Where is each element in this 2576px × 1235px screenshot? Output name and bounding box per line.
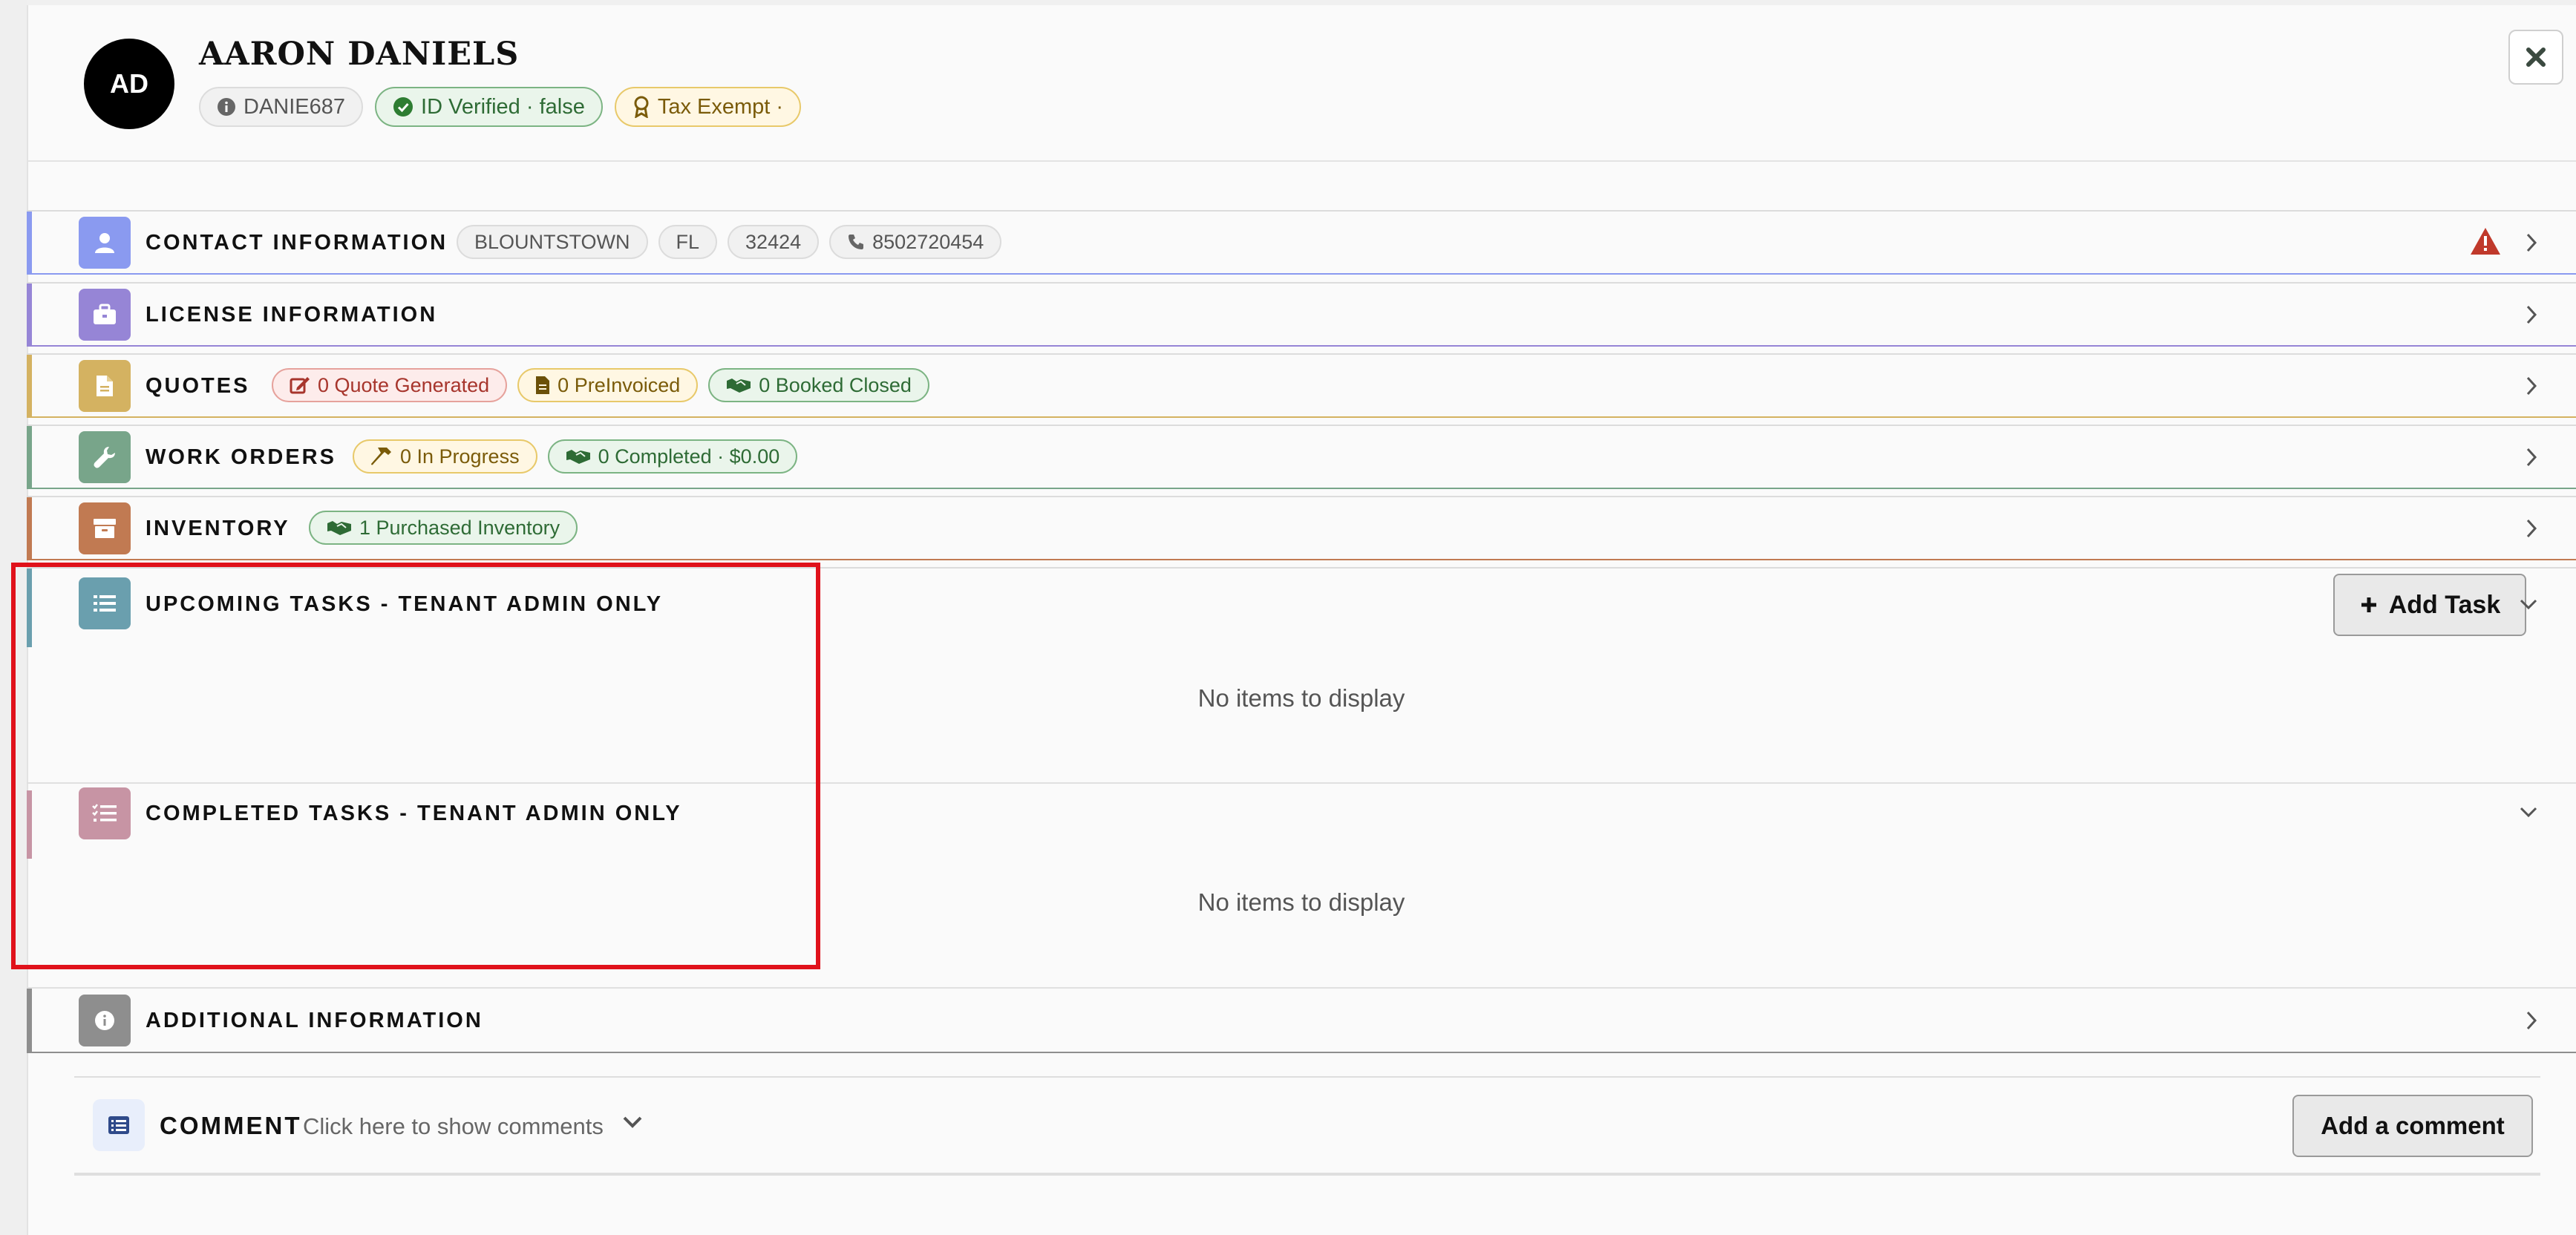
section-title: WORK ORDERS	[146, 445, 336, 469]
chevron-right-icon[interactable]	[2524, 1009, 2539, 1032]
account-id-text: DANIE687	[243, 94, 346, 119]
section-icon	[79, 431, 131, 483]
chevron-right-icon[interactable]	[2524, 446, 2539, 468]
quote-generated-badge: 0 Quote Generated	[272, 368, 508, 402]
file-icon	[536, 376, 550, 394]
top-strip	[27, 0, 2576, 5]
handshake-icon	[566, 450, 590, 464]
chevron-down-icon[interactable]	[621, 1113, 644, 1131]
header-badges: DANIE687 ID Verified · false Tax Exempt …	[199, 87, 802, 127]
edit-icon	[290, 377, 310, 394]
chevron-down-icon[interactable]	[2518, 805, 2539, 819]
wrench-icon	[94, 447, 115, 468]
contact-information-section[interactable]: CONTACT INFORMATION BLOUNTSTOWN FL 32424…	[27, 210, 2576, 275]
plus-icon	[2361, 597, 2376, 612]
handshake-icon	[727, 379, 751, 393]
phone-badge: 8502720454	[829, 225, 1002, 259]
add-task-label: Add Task	[2388, 590, 2501, 619]
chevron-right-icon[interactable]	[2524, 304, 2539, 326]
archive-box-icon	[94, 519, 116, 538]
check-circle-icon	[393, 97, 413, 117]
work-orders-section[interactable]: WORK ORDERS 0 In Progress 0 Completed · …	[27, 425, 2576, 489]
chevron-right-icon[interactable]	[2524, 375, 2539, 397]
quote-generated-text: 0 Quote Generated	[318, 373, 490, 396]
add-comment-button[interactable]: Add a comment	[2292, 1095, 2533, 1157]
preinvoiced-text: 0 PreInvoiced	[558, 373, 681, 396]
section-title: QUOTES	[146, 374, 250, 398]
comment-icon-box	[93, 1099, 145, 1151]
add-task-button[interactable]: Add Task	[2333, 574, 2526, 636]
section-accent	[27, 212, 32, 273]
handshake-icon	[327, 521, 351, 535]
document-icon	[97, 376, 113, 396]
id-verified-badge: ID Verified · false	[375, 87, 603, 127]
hammer-icon	[371, 448, 391, 465]
section-accent	[27, 284, 32, 345]
header-divider	[27, 160, 2576, 162]
zip-badge: 32424	[728, 225, 820, 259]
section-icon	[79, 995, 131, 1046]
chevron-right-icon[interactable]	[2524, 232, 2539, 254]
show-comments-toggle[interactable]: Click here to show comments	[303, 1113, 604, 1140]
comment-title: COMMENT	[160, 1112, 302, 1139]
tax-exempt-badge: Tax Exempt ·	[614, 87, 802, 127]
preinvoiced-badge: 0 PreInvoiced	[517, 368, 699, 402]
quotes-section[interactable]: QUOTES 0 Quote Generated 0 PreInvoiced 0…	[27, 353, 2576, 418]
state-badge: FL	[658, 225, 718, 259]
chevron-down-icon[interactable]	[2518, 597, 2539, 612]
section-accent	[27, 355, 32, 416]
license-information-section[interactable]: LICENSE INFORMATION	[27, 282, 2576, 347]
section-title: ADDITIONAL INFORMATION	[146, 1009, 483, 1032]
purchased-inventory-badge: 1 Purchased Inventory	[309, 511, 578, 545]
user-icon	[95, 233, 114, 253]
comment-divider-bottom	[74, 1173, 2540, 1176]
purchased-inventory-text: 1 Purchased Inventory	[359, 516, 560, 539]
section-icon	[79, 360, 131, 412]
section-icon	[79, 289, 131, 341]
avatar-initials: AD	[110, 68, 148, 99]
inventory-badges: 1 Purchased Inventory	[309, 511, 578, 545]
info-icon	[95, 1011, 114, 1030]
warning-icon	[2471, 228, 2500, 255]
section-accent	[27, 497, 32, 559]
phone-icon	[849, 235, 864, 249]
award-icon	[634, 96, 649, 118]
close-button[interactable]	[2508, 30, 2563, 85]
id-verified-text: ID Verified · false	[421, 94, 585, 119]
customer-name: AARON DANIELS	[199, 36, 520, 73]
booked-closed-text: 0 Booked Closed	[759, 373, 912, 396]
section-accent	[27, 426, 32, 488]
inventory-section[interactable]: INVENTORY 1 Purchased Inventory	[27, 496, 2576, 560]
quotes-badges: 0 Quote Generated 0 PreInvoiced 0 Booked…	[272, 368, 929, 402]
in-progress-badge: 0 In Progress	[353, 439, 537, 474]
completed-badge: 0 Completed · $0.00	[547, 439, 798, 474]
list-alt-icon	[108, 1116, 129, 1134]
section-icon	[79, 502, 131, 554]
avatar: AD	[84, 39, 174, 129]
chevron-right-icon[interactable]	[2524, 517, 2539, 540]
additional-information-section[interactable]: ADDITIONAL INFORMATION	[27, 989, 2576, 1053]
info-icon	[218, 98, 235, 116]
close-icon	[2526, 48, 2546, 67]
highlight-box	[11, 563, 820, 969]
completed-text: 0 Completed · $0.00	[598, 445, 780, 468]
account-id-badge: DANIE687	[199, 87, 364, 127]
briefcase-icon	[94, 304, 116, 324]
contact-badges: BLOUNTSTOWN FL 32424 8502720454	[457, 225, 1002, 259]
work-orders-badges: 0 In Progress 0 Completed · $0.00	[353, 439, 798, 474]
phone-text: 8502720454	[872, 230, 984, 253]
section-accent	[27, 989, 32, 1052]
section-title: LICENSE INFORMATION	[146, 303, 438, 327]
in-progress-text: 0 In Progress	[400, 445, 520, 468]
section-title: INVENTORY	[146, 517, 290, 540]
booked-closed-badge: 0 Booked Closed	[708, 368, 929, 402]
city-badge: BLOUNTSTOWN	[457, 225, 648, 259]
comment-divider-top	[74, 1076, 2540, 1078]
tax-exempt-text: Tax Exempt ·	[657, 94, 784, 119]
section-icon	[79, 217, 131, 269]
section-title: CONTACT INFORMATION	[146, 231, 448, 255]
